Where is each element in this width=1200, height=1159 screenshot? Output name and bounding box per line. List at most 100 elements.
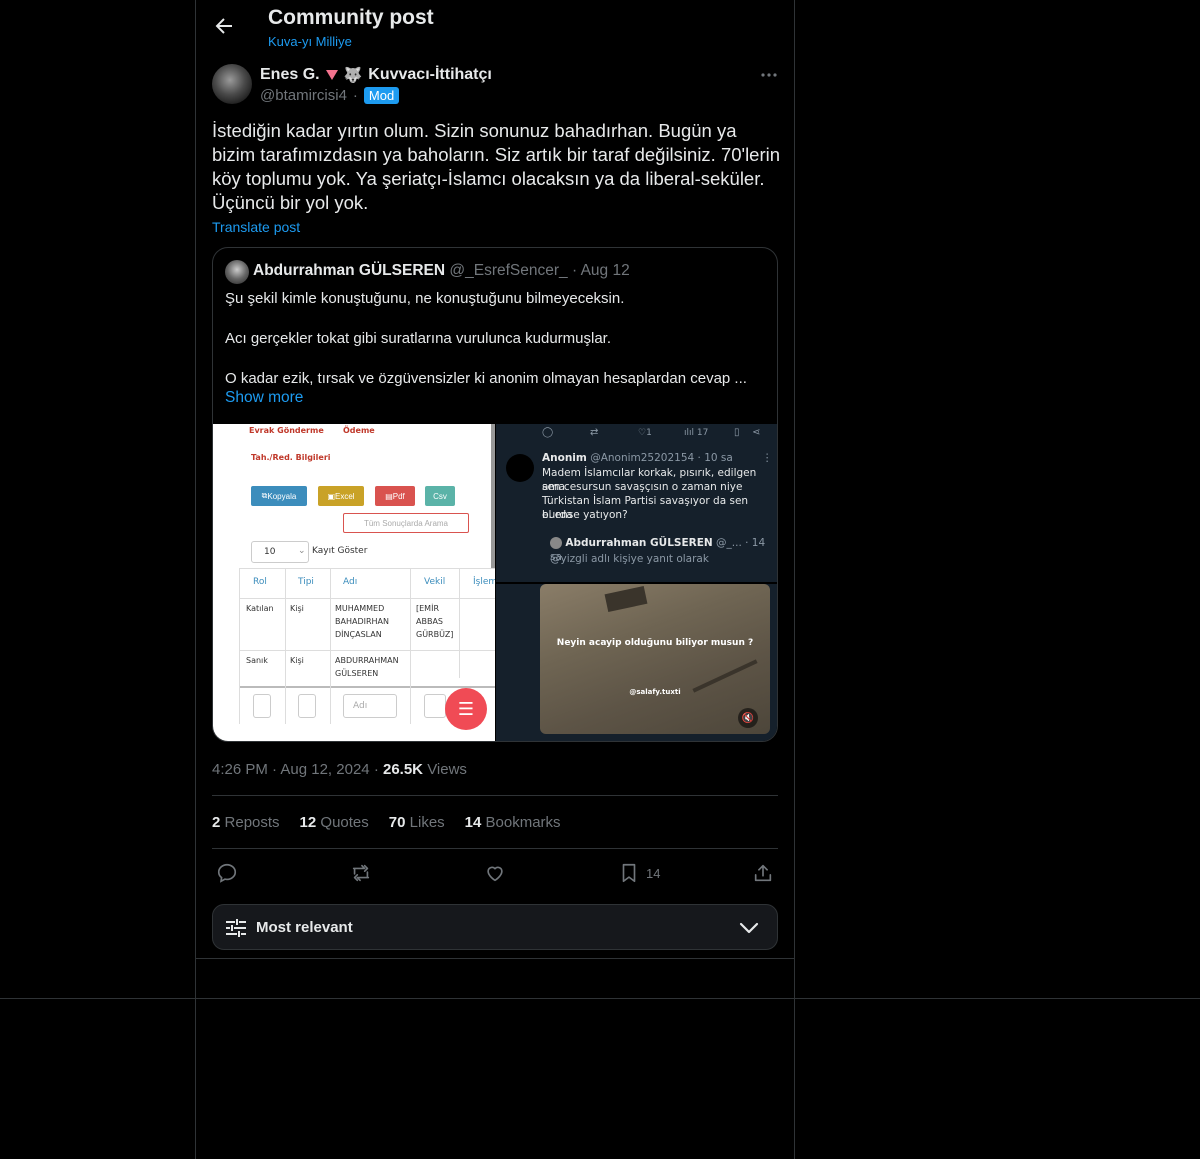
divider	[212, 848, 778, 849]
chevron-down-icon	[739, 919, 759, 937]
more-options-icon[interactable]	[760, 66, 778, 84]
mute-icon: 🔇	[738, 708, 758, 728]
pdf-button: ▤ Pdf	[375, 486, 415, 506]
quotes-label: Quotes	[320, 814, 369, 831]
column-border-right	[794, 0, 795, 1159]
table-border	[239, 568, 495, 569]
author-flair: Kuvvacı-İttihatçı	[368, 66, 492, 83]
separator-dot: ·	[373, 761, 383, 778]
col-adi: Adı	[343, 577, 358, 587]
engagement-stats: 2 Reposts 12 Quotes 70 Likes 14 Bookmark…	[212, 814, 561, 831]
col-islem: İşlem	[473, 577, 495, 587]
page-size-label: Kayıt Göster	[312, 546, 368, 556]
page-size-select: 10 ⌄	[251, 541, 309, 563]
heart-icon	[487, 866, 503, 882]
cell: GÜLSEREN	[335, 669, 379, 678]
likes-label: Likes	[409, 814, 445, 831]
quote-line-3: O kadar ezik, tırsak ve özgüvensizler ki…	[225, 370, 747, 387]
quote-line-2: Acı gerçekler tokat gibi suratlarına vur…	[225, 330, 612, 347]
post-date[interactable]: Aug 12, 2024	[280, 761, 369, 778]
table-border	[410, 568, 411, 724]
anon-avatar	[506, 454, 534, 482]
view-count: 17	[696, 428, 709, 438]
anon-name: Anonim	[542, 452, 587, 464]
likes-stat[interactable]: 70 Likes	[389, 814, 445, 831]
anon-text-2: sen cesursun savaşçısın o zaman niye	[542, 481, 743, 493]
filter-name-box: Adı	[343, 694, 397, 718]
quote-media-tweet-screenshot[interactable]: ◯ ⇄ ♡1 ılıl 17 ▯ ⋖ Anonim @Anonim2520215…	[496, 424, 777, 582]
table-border	[239, 650, 495, 651]
reposts-count: 2	[212, 814, 221, 831]
filter-box	[424, 694, 446, 718]
quote-header: Abdurrahman GÜLSEREN @_EsrefSencer_ · Au…	[253, 262, 630, 280]
cell: GÜRBÜZ]	[416, 630, 454, 639]
anon-text-4: el ense yatıyon?	[542, 509, 628, 521]
separator-dot: ·	[571, 262, 581, 279]
share-button[interactable]	[752, 862, 774, 884]
reply-icon	[217, 863, 237, 883]
quote-media-video[interactable]: Neyin acayip olduğunu biliyor musun ? @s…	[496, 584, 777, 741]
quotes-stat[interactable]: 12 Quotes	[300, 814, 369, 831]
reply-button[interactable]	[216, 862, 238, 884]
cell: [EMİR	[416, 604, 439, 613]
search-all-label: Tüm Sonuçlarda Arama	[363, 518, 449, 528]
anon-header: Anonim @Anonim25202154 · 10 sa	[542, 451, 733, 465]
sort-label: Most relevant	[256, 919, 353, 936]
repost-icon	[352, 864, 370, 882]
cell: ABBAS	[416, 617, 443, 626]
reply-name: Abdurrahman GÜLSEREN	[565, 537, 713, 549]
video-thumbnail: Neyin acayip olduğunu biliyor musun ? @s…	[540, 584, 770, 734]
author-handle-row: @btamircisi4 · Mod	[260, 87, 400, 104]
back-arrow-icon[interactable]	[212, 14, 236, 38]
csv-label: Csv	[433, 491, 447, 501]
translate-post-link[interactable]: Translate post	[212, 219, 300, 235]
mod-badge: Mod	[363, 87, 400, 104]
cell: MUHAMMED	[335, 604, 385, 613]
filter-box	[253, 694, 271, 718]
more-icon: ⋮	[762, 452, 773, 464]
page-divider	[0, 998, 1200, 999]
author-avatar[interactable]	[212, 64, 252, 104]
bookmarks-label: Bookmarks	[485, 814, 561, 831]
reposts-label: Reposts	[224, 814, 280, 831]
filter-placeholder: Adı	[353, 701, 368, 711]
author-handle[interactable]: @btamircisi4	[260, 87, 347, 104]
views-stat: ılıl 17	[684, 428, 709, 438]
show-more-link[interactable]: Show more	[225, 389, 303, 407]
quote-author-avatar	[225, 260, 249, 284]
likes-count: 70	[388, 814, 406, 831]
bookmarks-stat[interactable]: 14 Bookmarks	[465, 814, 561, 831]
section-title: Tah./Red. Bilgileri	[251, 453, 331, 462]
author-name-row[interactable]: Enes G. 🐺 Kuvvacı-İttihatçı	[260, 66, 492, 84]
quote-line-1: Şu şekil kimle konuştuğunu, ne konuştuğu…	[225, 290, 625, 307]
excel-label: Excel	[335, 491, 355, 501]
like-button[interactable]	[484, 862, 506, 884]
col-tipi: Tipi	[298, 577, 314, 587]
bookmark-button[interactable]: 14	[618, 862, 660, 884]
reply-icon: ◯	[542, 427, 554, 438]
post-time[interactable]: 4:26 PM	[212, 761, 268, 778]
wolf-icon: 🐺	[343, 67, 363, 84]
table-border	[285, 568, 286, 724]
page-header: Community post Kuva-yı Milliye	[196, 0, 794, 56]
quoted-post[interactable]: Abdurrahman GÜLSEREN @_EsrefSencer_ · Au…	[212, 247, 778, 742]
page-title: Community post	[268, 6, 434, 29]
reposts-stat[interactable]: 2 Reposts	[212, 814, 280, 831]
excel-button: ▣ Excel	[318, 486, 364, 506]
repost-button[interactable]	[350, 862, 372, 884]
csv-button: Csv	[425, 486, 455, 506]
like-count: 1	[646, 428, 652, 438]
scrollbar	[491, 424, 495, 568]
search-all-button: Tüm Sonuçlarda Arama	[343, 513, 469, 533]
reply-sort-dropdown[interactable]: Most relevant	[212, 904, 778, 950]
table-border	[330, 568, 331, 724]
share-icon: ⋖	[752, 427, 761, 438]
menu-fab-icon: ☰	[445, 688, 487, 730]
quote-media-court-screenshot[interactable]: Evrak Gönderme Ödeme Tah./Red. Bilgileri…	[213, 424, 495, 741]
bookmarks-count: 14	[464, 814, 482, 831]
quotes-count: 12	[299, 814, 317, 831]
red-triangle-icon	[325, 70, 338, 80]
quote-text: Şu şekil kimle konuştuğunu, ne konuştuğu…	[225, 289, 770, 409]
community-link[interactable]: Kuva-yı Milliye	[268, 34, 352, 49]
author-name[interactable]: Enes G.	[260, 66, 320, 84]
